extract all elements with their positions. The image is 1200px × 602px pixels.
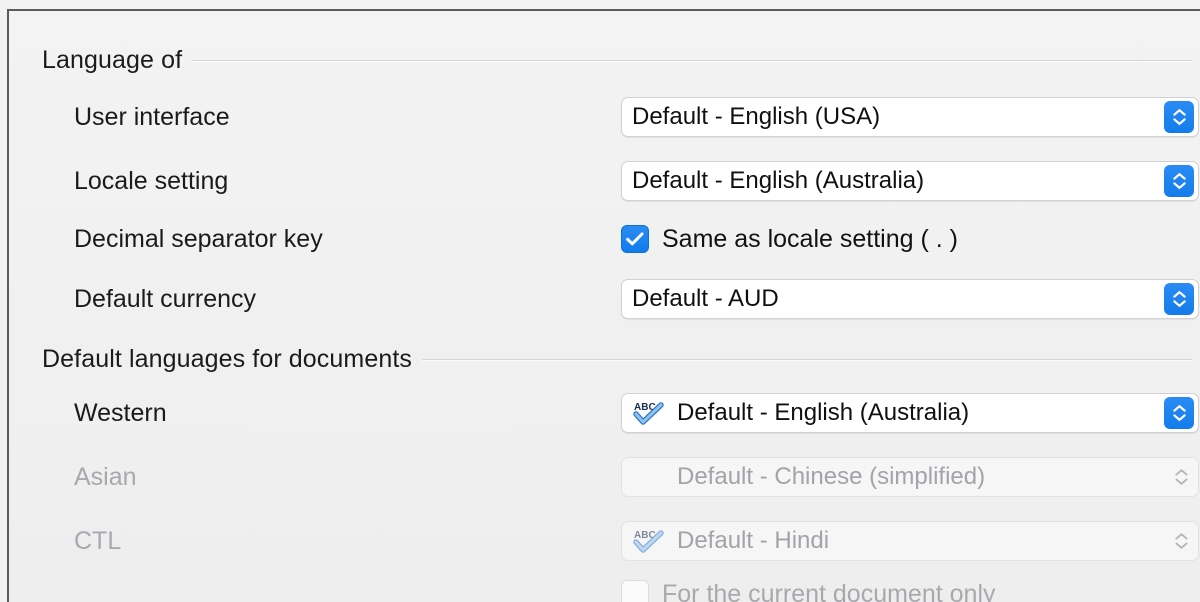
asian-language-value: Default - Chinese (simplified) (632, 463, 985, 491)
label-user-interface: User interface (74, 103, 230, 132)
chevron-down-icon (1173, 118, 1186, 125)
label-western: Western (74, 399, 167, 428)
languages-settings-panel: Language of User interface Default - Eng… (7, 9, 1200, 602)
spellcheck-abc-icon: ABC (632, 400, 666, 426)
row-ctl: CTL ABC Default - Hindi (9, 518, 1200, 564)
default-currency-value: Default - AUD (632, 285, 779, 313)
same-as-locale-checkbox-row[interactable]: Same as locale setting ( . ) (621, 225, 958, 254)
ctl-language-dropdown: ABC Default - Hindi (621, 521, 1199, 561)
chevron-up-icon (1173, 291, 1186, 298)
locale-setting-dropdown[interactable]: Default - English (Australia) (621, 161, 1199, 201)
section-title: Default languages for documents (42, 345, 412, 374)
chevron-up-down-icon (1168, 525, 1194, 557)
same-as-locale-checkbox[interactable] (621, 225, 649, 253)
spellcheck-abc-icon: ABC (632, 528, 666, 554)
control-current-document-only: For the current document only (621, 580, 1199, 602)
chevron-up-icon (1175, 469, 1188, 476)
label-locale-setting: Locale setting (74, 167, 228, 196)
control-user-interface: Default - English (USA) (621, 97, 1199, 137)
control-ctl: ABC Default - Hindi (621, 521, 1199, 561)
row-locale-setting: Locale setting Default - English (Austra… (9, 158, 1200, 204)
chevron-down-icon (1173, 414, 1186, 421)
control-western: ABC Default - English (Australia) (621, 393, 1199, 433)
chevron-up-icon (1175, 533, 1188, 540)
western-language-dropdown[interactable]: ABC Default - English (Australia) (621, 393, 1199, 433)
section-title: Language of (42, 46, 182, 75)
control-locale-setting: Default - English (Australia) (621, 161, 1199, 201)
user-interface-dropdown[interactable]: Default - English (USA) (621, 97, 1199, 137)
row-asian: Asian Default - Chinese (simplified) (9, 454, 1200, 500)
chevron-up-down-icon[interactable] (1164, 101, 1194, 133)
control-default-currency: Default - AUD (621, 279, 1199, 319)
row-user-interface: User interface Default - English (USA) (9, 94, 1200, 140)
label-decimal-separator-key: Decimal separator key (74, 225, 323, 254)
row-decimal-separator-key: Decimal separator key Same as locale set… (9, 216, 1200, 262)
label-asian: Asian (74, 463, 137, 492)
row-current-document-only: For the current document only (9, 571, 1200, 602)
control-decimal-separator: Same as locale setting ( . ) (621, 225, 1199, 254)
section-divider (192, 60, 1192, 62)
chevron-down-icon (1173, 300, 1186, 307)
same-as-locale-label: Same as locale setting ( . ) (662, 225, 958, 254)
section-divider (422, 359, 1192, 361)
chevron-down-icon (1173, 182, 1186, 189)
checkmark-icon (625, 231, 645, 247)
control-asian: Default - Chinese (simplified) (621, 457, 1199, 497)
chevron-up-down-icon[interactable] (1164, 165, 1194, 197)
ctl-language-value: Default - Hindi (677, 527, 829, 555)
western-language-value: Default - English (Australia) (677, 399, 969, 427)
chevron-up-down-icon (1168, 461, 1194, 493)
section-header-default-languages: Default languages for documents (42, 345, 1192, 374)
chevron-up-down-icon[interactable] (1164, 397, 1194, 429)
chevron-up-icon (1173, 173, 1186, 180)
row-western: Western ABC Default - English (Australia… (9, 390, 1200, 436)
chevron-down-icon (1175, 478, 1188, 485)
row-default-currency: Default currency Default - AUD (9, 276, 1200, 322)
section-header-language-of: Language of (42, 46, 1192, 75)
current-document-only-label: For the current document only (662, 580, 996, 602)
current-document-only-checkbox-row: For the current document only (621, 580, 996, 602)
locale-setting-value: Default - English (Australia) (632, 167, 924, 195)
default-currency-dropdown[interactable]: Default - AUD (621, 279, 1199, 319)
current-document-only-checkbox (621, 580, 649, 602)
chevron-up-down-icon[interactable] (1164, 283, 1194, 315)
chevron-up-icon (1173, 109, 1186, 116)
asian-language-dropdown: Default - Chinese (simplified) (621, 457, 1199, 497)
chevron-up-icon (1173, 405, 1186, 412)
label-ctl: CTL (74, 527, 121, 556)
user-interface-value: Default - English (USA) (632, 103, 880, 131)
chevron-down-icon (1175, 542, 1188, 549)
label-default-currency: Default currency (74, 285, 256, 314)
